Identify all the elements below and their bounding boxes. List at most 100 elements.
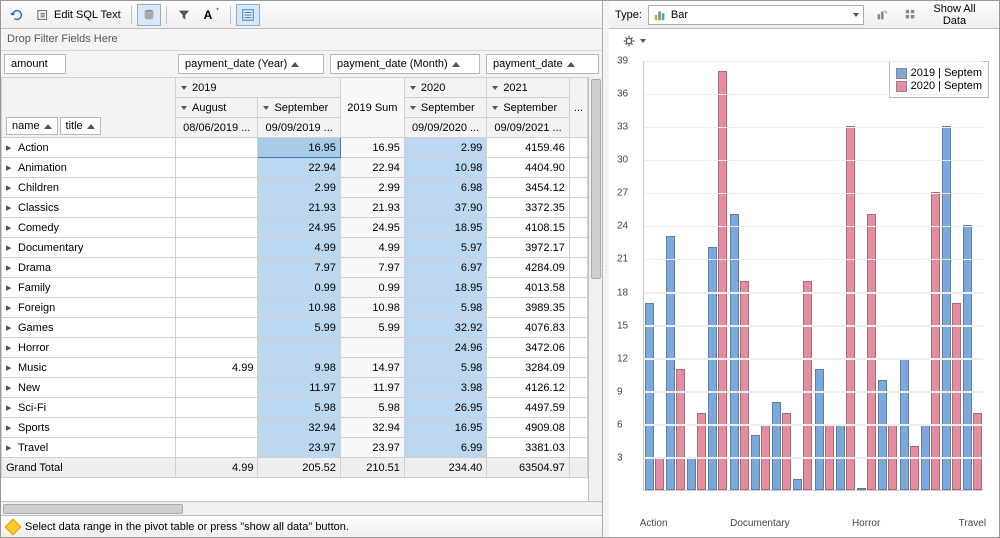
bar[interactable] bbox=[655, 457, 664, 490]
table-row[interactable]: ▸Action16.9516.952.994159.46 bbox=[2, 138, 602, 158]
expand-icon[interactable]: ▸ bbox=[6, 141, 14, 154]
type-label: Type: bbox=[615, 9, 642, 21]
table-row[interactable]: ▸Comedy24.9524.9518.954108.15 bbox=[2, 218, 602, 238]
edit-sql-label: Edit SQL Text bbox=[54, 9, 121, 21]
filter-button[interactable] bbox=[172, 4, 196, 26]
right-toolbar: Type: Bar Show All Data bbox=[609, 1, 999, 29]
bar[interactable] bbox=[942, 126, 951, 490]
collapse-icon[interactable] bbox=[492, 106, 498, 110]
bar[interactable] bbox=[708, 247, 717, 490]
col-field-year[interactable]: payment_date (Year) bbox=[178, 54, 324, 74]
filter-drop-area[interactable]: Drop Filter Fields Here bbox=[1, 29, 602, 51]
chart-panel: Type: Bar Show All Data 2019 | Septem 20… bbox=[609, 1, 999, 537]
grid-icon bbox=[904, 8, 918, 22]
expand-icon[interactable]: ▸ bbox=[6, 341, 14, 354]
bar[interactable] bbox=[867, 214, 876, 490]
col-field-date[interactable]: payment_date bbox=[486, 54, 599, 74]
expand-icon[interactable]: ▸ bbox=[6, 421, 14, 434]
db-toggle-button[interactable] bbox=[137, 4, 161, 26]
bar[interactable] bbox=[815, 369, 824, 490]
chart-toggle-button[interactable] bbox=[236, 4, 260, 26]
expand-icon[interactable]: ▸ bbox=[6, 221, 14, 234]
bar[interactable] bbox=[718, 71, 727, 490]
collapse-icon[interactable] bbox=[492, 86, 498, 90]
row-field-title[interactable]: title bbox=[60, 117, 101, 135]
edit-sql-button[interactable]: Edit SQL Text bbox=[32, 4, 126, 26]
bar[interactable] bbox=[878, 380, 887, 490]
y-tick-label: 30 bbox=[617, 155, 628, 166]
table-row[interactable]: ▸Sports32.9432.9416.954909.08 bbox=[2, 418, 602, 438]
data-field-amount[interactable]: amount bbox=[4, 54, 66, 74]
bar[interactable] bbox=[687, 457, 696, 490]
bar[interactable] bbox=[846, 126, 855, 490]
col-2019-sum[interactable]: 2019 Sum bbox=[340, 78, 404, 138]
table-row[interactable]: ▸Travel23.9723.976.993381.03 bbox=[2, 438, 602, 458]
chart-type-select[interactable]: Bar bbox=[648, 5, 864, 25]
table-row[interactable]: ▸Drama7.977.976.974284.09 bbox=[2, 258, 602, 278]
bar[interactable] bbox=[772, 402, 781, 490]
table-row[interactable]: ▸Family0.990.9918.954013.58 bbox=[2, 278, 602, 298]
bar[interactable] bbox=[730, 214, 739, 490]
collapse-icon[interactable] bbox=[181, 86, 187, 90]
format-button[interactable]: A⁺ bbox=[199, 4, 225, 26]
show-all-data-button[interactable]: Show All Data bbox=[899, 4, 993, 26]
pivot-panel: Edit SQL Text A⁺ Drop Filter Fields Here… bbox=[1, 1, 603, 537]
bar[interactable] bbox=[751, 435, 760, 490]
table-row[interactable]: ▸Animation22.9422.9410.984404.90 bbox=[2, 158, 602, 178]
y-tick-label: 15 bbox=[617, 320, 628, 331]
collapse-icon[interactable] bbox=[410, 86, 416, 90]
table-row[interactable]: ▸Sci-Fi5.985.9826.954497.59 bbox=[2, 398, 602, 418]
expand-icon[interactable]: ▸ bbox=[6, 161, 14, 174]
table-row[interactable]: ▸Classics21.9321.9337.903372.35 bbox=[2, 198, 602, 218]
bar[interactable] bbox=[910, 446, 919, 490]
left-toolbar: Edit SQL Text A⁺ bbox=[1, 1, 602, 29]
expand-icon[interactable]: ▸ bbox=[6, 181, 14, 194]
table-row[interactable]: ▸Foreign10.9810.985.983989.35 bbox=[2, 298, 602, 318]
expand-icon[interactable]: ▸ bbox=[6, 261, 14, 274]
row-field-name[interactable]: name bbox=[6, 117, 58, 135]
bar[interactable] bbox=[952, 303, 961, 490]
y-tick-label: 6 bbox=[617, 419, 623, 430]
chart-options-row bbox=[609, 29, 999, 53]
table-row[interactable]: ▸Children2.992.996.983454.12 bbox=[2, 178, 602, 198]
table-row[interactable]: ▸Documentary4.994.995.973972.17 bbox=[2, 238, 602, 258]
x-tick-label: Documentary bbox=[730, 518, 789, 529]
horizontal-scrollbar[interactable] bbox=[1, 501, 602, 515]
bar[interactable] bbox=[793, 479, 802, 490]
collapse-icon[interactable] bbox=[263, 106, 269, 110]
gear-button[interactable] bbox=[617, 30, 651, 52]
collapse-icon[interactable] bbox=[410, 106, 416, 110]
bar[interactable] bbox=[676, 369, 685, 490]
bar[interactable] bbox=[645, 303, 654, 490]
collapse-icon[interactable] bbox=[181, 106, 187, 110]
bar[interactable] bbox=[931, 192, 940, 490]
y-tick-label: 27 bbox=[617, 188, 628, 199]
y-tick-label: 36 bbox=[617, 89, 628, 100]
vertical-scrollbar[interactable] bbox=[588, 77, 602, 501]
chart-area[interactable]: 2019 | Septem 2020 | Septem 369121518212… bbox=[609, 53, 999, 537]
table-row[interactable]: ▸Horror24.963472.06 bbox=[2, 338, 602, 358]
expand-icon[interactable]: ▸ bbox=[6, 241, 14, 254]
refresh-button[interactable] bbox=[5, 4, 29, 26]
col-field-month[interactable]: payment_date (Month) bbox=[330, 54, 480, 74]
chart-props-button[interactable] bbox=[870, 4, 894, 26]
expand-icon[interactable]: ▸ bbox=[6, 361, 14, 374]
y-tick-label: 9 bbox=[617, 386, 623, 397]
expand-icon[interactable]: ▸ bbox=[6, 201, 14, 214]
expand-icon[interactable]: ▸ bbox=[6, 301, 14, 314]
table-row[interactable]: ▸New11.9711.973.984126.12 bbox=[2, 378, 602, 398]
expand-icon[interactable]: ▸ bbox=[6, 281, 14, 294]
expand-icon[interactable]: ▸ bbox=[6, 441, 14, 454]
grand-total-row[interactable]: Grand Total 4.99 205.52 210.51 234.40 63… bbox=[2, 458, 602, 478]
field-row: amount payment_date (Year) payment_date … bbox=[1, 51, 602, 77]
separator bbox=[166, 6, 167, 24]
expand-icon[interactable]: ▸ bbox=[6, 401, 14, 414]
bar[interactable] bbox=[857, 488, 866, 490]
status-bar: Select data range in the pivot table or … bbox=[1, 515, 602, 537]
table-row[interactable]: ▸Music4.999.9814.975.983284.09 bbox=[2, 358, 602, 378]
table-row[interactable]: ▸Games5.995.9932.924076.83 bbox=[2, 318, 602, 338]
bar[interactable] bbox=[666, 236, 675, 490]
expand-icon[interactable]: ▸ bbox=[6, 321, 14, 334]
expand-icon[interactable]: ▸ bbox=[6, 381, 14, 394]
pivot-grid[interactable]: name title 2019 2019 Sum 2020 2021 ... A… bbox=[1, 77, 602, 501]
